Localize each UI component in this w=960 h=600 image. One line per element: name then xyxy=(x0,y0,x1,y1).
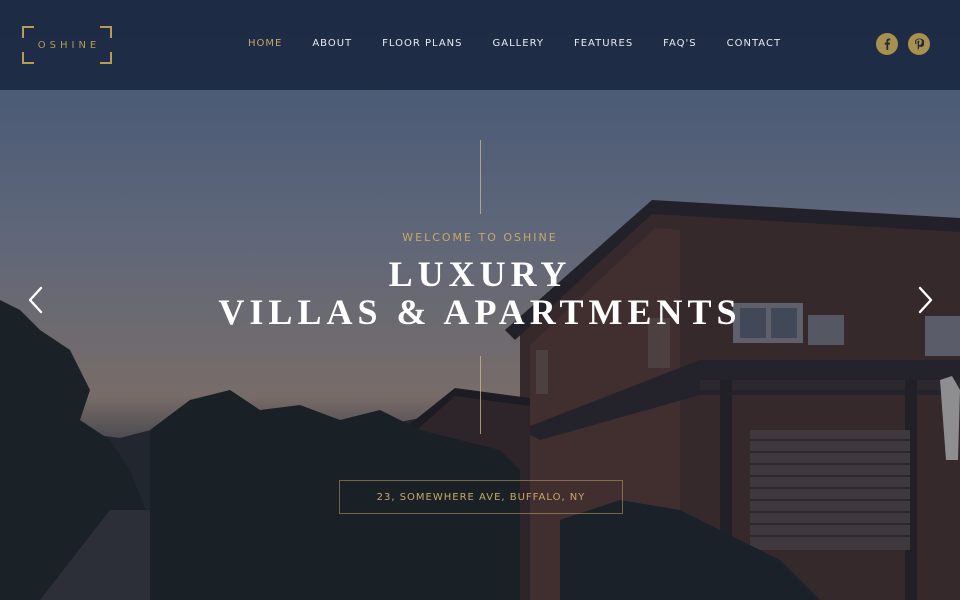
site-header: OSHINE HOME ABOUT FLOOR PLANS GALLERY FE… xyxy=(0,0,960,90)
site-logo[interactable]: OSHINE xyxy=(22,26,112,64)
main-nav: HOME ABOUT FLOOR PLANS GALLERY FEATURES … xyxy=(248,38,811,49)
decorative-line-top xyxy=(480,140,481,214)
nav-item-home[interactable]: HOME xyxy=(248,38,282,49)
nav-item-features[interactable]: FEATURES xyxy=(574,38,633,49)
pinterest-icon xyxy=(915,38,924,50)
logo-corner xyxy=(22,26,34,38)
hero-headline-line2: VILLAS & APARTMENTS xyxy=(218,292,742,332)
facebook-icon xyxy=(884,38,891,50)
slider-next-button[interactable] xyxy=(915,286,937,314)
address-button[interactable]: 23, SOMEWHERE AVE, BUFFALO, NY xyxy=(339,480,623,514)
logo-corner xyxy=(100,52,112,64)
logo-text: OSHINE xyxy=(37,39,101,51)
logo-corner xyxy=(100,26,112,38)
facebook-button[interactable] xyxy=(876,33,898,55)
hero-eyebrow: WELCOME TO OSHINE xyxy=(402,231,558,244)
nav-item-contact[interactable]: CONTACT xyxy=(727,38,781,49)
slider-prev-button[interactable] xyxy=(24,286,46,314)
logo-corner xyxy=(22,52,34,64)
hero-headline-line1: LUXURY xyxy=(388,254,572,294)
nav-item-gallery[interactable]: GALLERY xyxy=(493,38,544,49)
nav-item-floor-plans[interactable]: FLOOR PLANS xyxy=(382,38,462,49)
chevron-left-icon xyxy=(28,286,43,314)
nav-item-faqs[interactable]: FAQ'S xyxy=(663,38,696,49)
chevron-right-icon xyxy=(918,286,933,314)
decorative-line-bottom xyxy=(480,356,481,434)
hero-headline: LUXURY VILLAS & APARTMENTS xyxy=(0,255,960,331)
nav-item-about[interactable]: ABOUT xyxy=(312,38,352,49)
pinterest-button[interactable] xyxy=(908,33,930,55)
